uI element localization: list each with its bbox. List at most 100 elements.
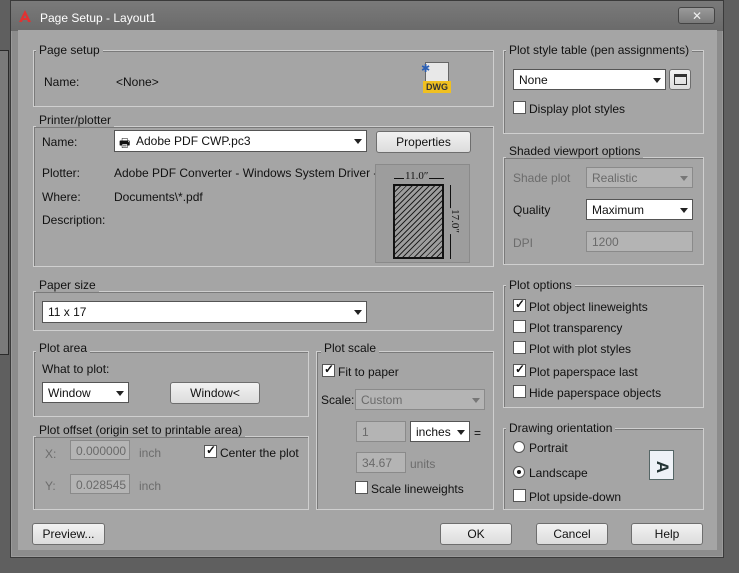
printer-name-combo[interactable]: 🖶 Adobe PDF CWP.pc3 <box>114 130 367 152</box>
hide-paperspace-objects-label: Hide paperspace objects <box>529 386 662 400</box>
plot-upside-down-label: Plot upside-down <box>529 490 622 504</box>
landscape-label: Landscape <box>529 466 588 480</box>
plotter-value: Adobe PDF Converter - Windows System Dri… <box>114 166 398 180</box>
orientation-preview-icon: A <box>649 450 674 480</box>
close-button[interactable]: ✕ <box>678 7 715 24</box>
plot-upside-down-checkbox[interactable] <box>513 489 526 502</box>
chevron-down-icon <box>116 391 124 396</box>
plot-object-lineweights-checkbox[interactable] <box>513 297 526 312</box>
scale-unit-value: inches <box>416 425 451 439</box>
plot-transparency-label: Plot transparency <box>529 321 623 335</box>
scale-lineweights-label: Scale lineweights <box>371 482 464 496</box>
landscape-radio[interactable] <box>513 466 525 478</box>
page-setup-name-value: <None> <box>116 75 159 89</box>
paper-size-value: 11 x 17 <box>48 305 87 319</box>
dwg-badge: DWG <box>423 81 451 93</box>
hide-paperspace-objects-checkbox[interactable] <box>513 385 526 398</box>
close-icon: ✕ <box>692 9 703 23</box>
quality-label: Quality <box>513 203 551 217</box>
chevron-down-icon <box>457 430 465 435</box>
edit-plot-style-button[interactable] <box>669 69 691 90</box>
dpi-value: 1200 <box>592 235 619 249</box>
display-plot-styles-checkbox[interactable] <box>513 101 526 114</box>
where-label: Where: <box>42 190 81 204</box>
autocad-logo-icon <box>17 8 33 24</box>
plot-scale-group-title: Plot scale <box>321 341 380 355</box>
plot-paperspace-last-checkbox[interactable] <box>513 362 526 377</box>
offset-y-label: Y: <box>45 479 56 493</box>
printer-icon: 🖶 <box>119 136 131 150</box>
center-plot-label: Center the plot <box>220 446 299 460</box>
shade-plot-label: Shade plot <box>513 171 571 185</box>
ok-button[interactable]: OK <box>440 523 512 545</box>
help-button[interactable]: Help <box>631 523 703 545</box>
shaded-group-title: Shaded viewport options <box>506 144 644 158</box>
shade-plot-combo[interactable]: Realistic <box>586 167 693 188</box>
plot-style-group-title: Plot style table (pen assignments) <box>506 43 693 57</box>
scale-unit-combo[interactable]: inches <box>410 421 470 442</box>
fit-to-paper-checkbox[interactable] <box>322 362 335 377</box>
window-pick-button[interactable]: Window< <box>170 382 260 404</box>
description-label: Description: <box>42 213 106 227</box>
scale-denominator-value: 34.67 <box>362 456 393 470</box>
scale-combo[interactable]: Custom <box>355 389 485 410</box>
plot-area-group-title: Plot area <box>36 341 91 355</box>
cancel-button[interactable]: Cancel <box>536 523 608 545</box>
chevron-down-icon <box>354 139 362 144</box>
chevron-down-icon <box>472 398 480 403</box>
page-setup-name-label: Name: <box>44 75 80 89</box>
dwg-icon: ✱ DWG <box>421 62 451 94</box>
preview-button[interactable]: Preview... <box>32 523 105 545</box>
where-value: Documents\*.pdf <box>114 190 203 204</box>
plot-style-group <box>503 50 704 134</box>
plot-style-value: None <box>519 73 548 87</box>
scale-equals: = <box>474 426 482 440</box>
quality-combo[interactable]: Maximum <box>586 199 693 220</box>
plot-object-lineweights-label: Plot object lineweights <box>529 300 648 314</box>
shade-plot-value: Realistic <box>592 171 638 185</box>
printer-group-title: Printer/plotter <box>36 113 115 127</box>
plot-with-plot-styles-checkbox[interactable] <box>513 341 526 354</box>
dpi-field[interactable]: 1200 <box>586 231 693 252</box>
paper-preview-height: 17.0″ <box>448 208 461 234</box>
chevron-down-icon <box>680 208 688 213</box>
center-plot-checkbox[interactable] <box>204 443 217 458</box>
display-plot-styles-label: Display plot styles <box>529 102 626 116</box>
orientation-glyph: A <box>653 460 673 474</box>
paper-size-combo[interactable]: 11 x 17 <box>42 301 367 323</box>
scale-lineweights-checkbox[interactable] <box>355 481 368 494</box>
title-bar[interactable]: Page Setup - Layout1 ✕ <box>11 1 723 31</box>
quality-value: Maximum <box>592 203 645 217</box>
offset-y-field[interactable]: 0.028545 <box>70 474 130 494</box>
scale-value: Custom <box>361 393 403 407</box>
offset-x-field[interactable]: 0.000000 <box>70 440 130 460</box>
offset-x-label: X: <box>45 447 57 461</box>
background-window-edge <box>0 50 9 355</box>
what-to-plot-combo[interactable]: Window <box>42 382 129 403</box>
plot-offset-group-title: Plot offset (origin set to printable are… <box>36 423 246 437</box>
plot-options-group-title: Plot options <box>506 278 575 292</box>
plot-with-plot-styles-label: Plot with plot styles <box>529 342 632 356</box>
plot-transparency-checkbox[interactable] <box>513 320 526 333</box>
plot-style-combo[interactable]: None <box>513 69 666 90</box>
scale-denominator-unit: units <box>410 457 436 471</box>
offset-y-unit: inch <box>139 479 162 493</box>
plotter-label: Plotter: <box>42 166 81 180</box>
what-to-plot-value: Window <box>48 386 91 400</box>
orientation-group-title: Drawing orientation <box>506 421 616 435</box>
portrait-radio[interactable] <box>513 441 525 453</box>
scale-numerator-value: 1 <box>362 425 369 439</box>
scale-denominator-field[interactable]: 34.67 <box>356 452 406 473</box>
plot-style-edit-icon <box>674 74 687 85</box>
fit-to-paper-label: Fit to paper <box>338 365 399 379</box>
printer-name-value: Adobe PDF CWP.pc3 <box>136 134 251 148</box>
properties-button[interactable]: Properties <box>376 131 471 153</box>
portrait-label: Portrait <box>529 441 568 455</box>
scale-numerator-field[interactable]: 1 <box>356 421 406 442</box>
paper-preview: 11.0″ 17.0″ <box>375 164 470 263</box>
plot-paperspace-last-label: Plot paperspace last <box>529 365 638 379</box>
paper-preview-sheet <box>393 184 444 259</box>
printer-name-label: Name: <box>42 135 78 149</box>
window-title: Page Setup - Layout1 <box>40 11 157 25</box>
paper-size-group-title: Paper size <box>36 278 99 292</box>
